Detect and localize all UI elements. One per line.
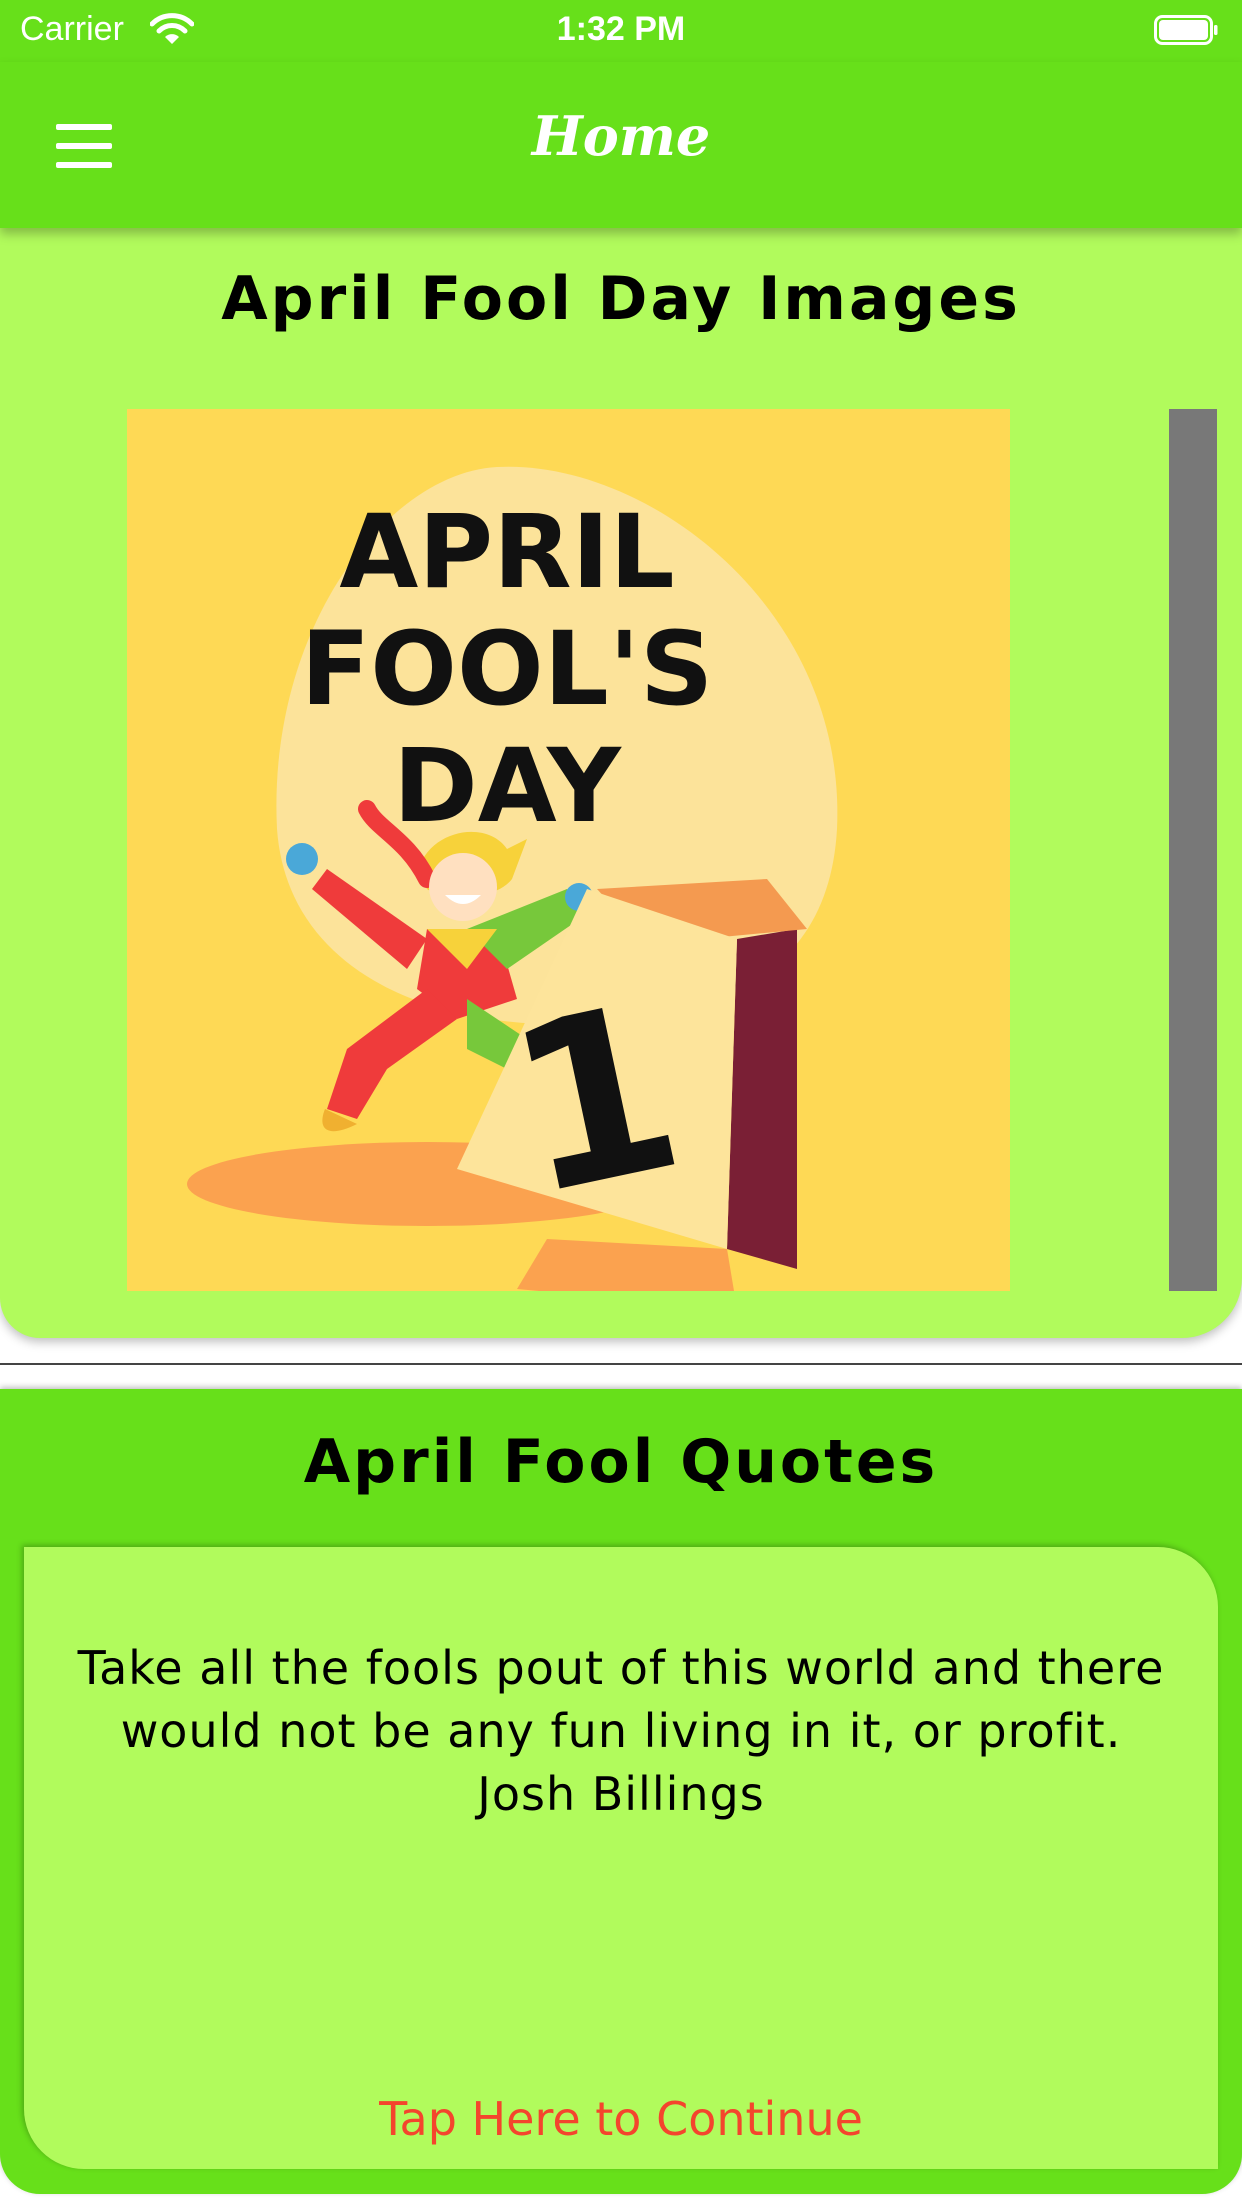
battery-icon [1154, 15, 1218, 45]
status-bar: Carrier 1:32 PM [0, 0, 1242, 62]
status-time: 1:32 PM [556, 10, 686, 48]
next-image-preview[interactable] [1169, 409, 1217, 1291]
quote-card[interactable]: Take all the fools pout of this world an… [24, 1547, 1218, 2169]
april-fools-illustration: APRIL FOOL'S DAY 1 [127, 409, 1010, 1291]
continue-link[interactable]: Tap Here to Continue [24, 2092, 1218, 2146]
quote-text: Take all the fools pout of this world an… [64, 1637, 1178, 1826]
april-fools-image[interactable]: APRIL FOOL'S DAY 1 [127, 409, 1010, 1291]
section-divider [0, 1363, 1242, 1365]
quote-author: Josh Billings [477, 1767, 765, 1821]
image-title-line2: FOOL'S [301, 610, 714, 729]
navigation-bar: Home [0, 62, 1242, 228]
images-section-title: April Fool Day Images [221, 264, 1021, 334]
quote-line-1: Take all the fools pout of this world an… [77, 1641, 1165, 1695]
image-title-line3: DAY [393, 727, 622, 846]
image-title-line1: APRIL [339, 493, 674, 612]
quote-line-2: would not be any fun living in it, or pr… [120, 1704, 1122, 1758]
quotes-section: April Fool Quotes Take all the fools pou… [0, 1389, 1242, 2194]
page-title: Home [531, 104, 711, 168]
quotes-section-title: April Fool Quotes [303, 1427, 939, 1497]
images-section: April Fool Day Images APRIL FOOL'S DAY 1 [0, 228, 1242, 1338]
